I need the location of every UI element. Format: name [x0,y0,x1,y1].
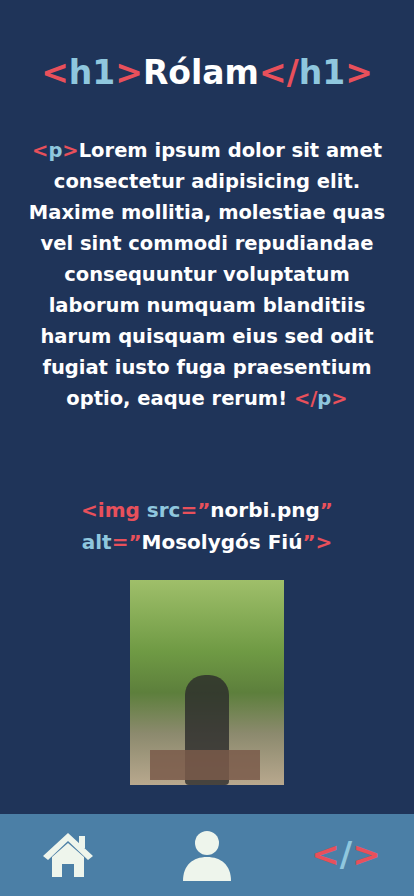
bottom-nav: </> [0,814,414,896]
code-token: Rólam [143,53,259,92]
code-token: norbi.png [210,498,319,522]
page-title: <h1>Rólam</h1> [18,52,396,95]
code-token: =” [112,530,142,554]
home-nav-item[interactable] [28,825,108,885]
code-line: alt=”Mosolygós Fiú”> [18,526,396,558]
code-nav-item[interactable]: </> [306,825,386,885]
code-token: > [115,53,143,92]
code-token: ” [320,498,333,522]
code-token: =” [180,498,210,522]
photo [130,580,284,785]
code-token: > [345,53,373,92]
img-code: <img src=”norbi.png”alt=”Mosolygós Fiú”> [18,494,396,558]
code-line: <img src=”norbi.png” [18,494,396,526]
code-token: > [352,836,381,873]
profile-nav-item[interactable] [167,825,247,885]
code-token: p [48,139,62,162]
code-token: > [331,387,347,410]
code-token: < [311,836,340,873]
code-token: < [41,53,69,92]
code-token: </ [259,53,299,92]
code-token: / [340,836,352,873]
code-token: h1 [69,53,115,92]
user-icon [179,827,235,883]
paragraph: <p>Lorem ipsum dolor sit amet consectetu… [18,135,396,414]
home-icon [40,827,96,883]
code-token: Lorem ipsum dolor sit amet consectetur a… [29,139,385,410]
code-token: <img [81,498,147,522]
code-token: ”> [302,530,332,554]
code-token: p [317,387,331,410]
code-token: src [147,498,181,522]
code-token: Mosolygós Fiú [142,530,303,554]
code-token: h1 [299,53,345,92]
about-section: <h1>Rólam</h1> <p>Lorem ipsum dolor sit … [0,0,414,814]
code-token: </ [294,387,317,410]
code-token: > [62,139,78,162]
code-token: alt [82,530,112,554]
code-token: < [32,139,48,162]
